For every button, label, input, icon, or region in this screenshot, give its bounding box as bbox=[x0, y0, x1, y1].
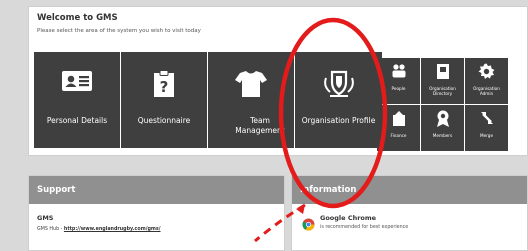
tile-label: People bbox=[391, 86, 406, 91]
tile-people[interactable]: People bbox=[377, 58, 420, 104]
gear-icon bbox=[465, 63, 508, 80]
tile-label: Team Management bbox=[235, 116, 285, 135]
tile-label: Organisation Admin bbox=[473, 86, 500, 96]
support-heading: Support bbox=[29, 176, 284, 204]
directory-book-icon bbox=[421, 63, 464, 80]
tile-personal-details[interactable]: Personal Details bbox=[34, 52, 120, 148]
tile-organisation-directory[interactable]: Organisation Directory bbox=[421, 58, 464, 104]
clipboard-question-icon: ? bbox=[121, 70, 207, 98]
welcome-subtitle: Please select the area of the system you… bbox=[37, 28, 201, 34]
welcome-title: Welcome to GMS bbox=[37, 13, 118, 23]
browser-title: Google Chrome bbox=[320, 214, 377, 222]
tile-label: Organisation Directory bbox=[429, 86, 456, 96]
support-gms-title: GMS bbox=[37, 214, 54, 222]
id-card-icon bbox=[34, 70, 120, 92]
chrome-icon bbox=[302, 216, 315, 235]
information-panel: Information Google Chrome is recommended… bbox=[291, 175, 528, 251]
tile-label: Finance bbox=[390, 133, 407, 138]
tile-team-management[interactable]: Team Management bbox=[208, 52, 294, 148]
finance-icon bbox=[377, 110, 420, 127]
svg-text:?: ? bbox=[160, 78, 169, 96]
tile-label: Questionnaire bbox=[137, 116, 191, 125]
gms-hub-prefix: GMS Hub - bbox=[37, 227, 64, 232]
people-icon bbox=[377, 63, 420, 79]
tile-questionnaire[interactable]: ? Questionnaire bbox=[121, 52, 207, 148]
browser-note: is recommended for best experience bbox=[320, 225, 409, 230]
tile-organisation-admin[interactable]: Organisation Admin bbox=[465, 58, 508, 104]
tile-merge[interactable]: Merge bbox=[465, 105, 508, 151]
gms-hub-link[interactable]: http://www.englandrugby.com/gms/ bbox=[64, 227, 161, 232]
shield-crest-icon bbox=[295, 70, 382, 98]
tile-finance[interactable]: Finance bbox=[377, 105, 420, 151]
tile-label: Organisation Profile bbox=[301, 116, 376, 125]
information-heading: Information bbox=[292, 176, 527, 204]
tile-organisation-profile[interactable]: Organisation Profile bbox=[295, 52, 382, 148]
tile-label: Personal Details bbox=[46, 116, 108, 125]
merge-icon bbox=[465, 110, 508, 126]
member-badge-icon bbox=[421, 110, 464, 128]
support-panel: Support GMS GMS Hub - http://www.england… bbox=[28, 175, 285, 251]
tile-members[interactable]: Members bbox=[421, 105, 464, 151]
tile-label: Members bbox=[432, 133, 453, 138]
gms-hub-line: GMS Hub - http://www.englandrugby.com/gm… bbox=[37, 227, 161, 232]
jersey-icon bbox=[208, 70, 294, 98]
tile-label: Merge bbox=[479, 133, 494, 138]
